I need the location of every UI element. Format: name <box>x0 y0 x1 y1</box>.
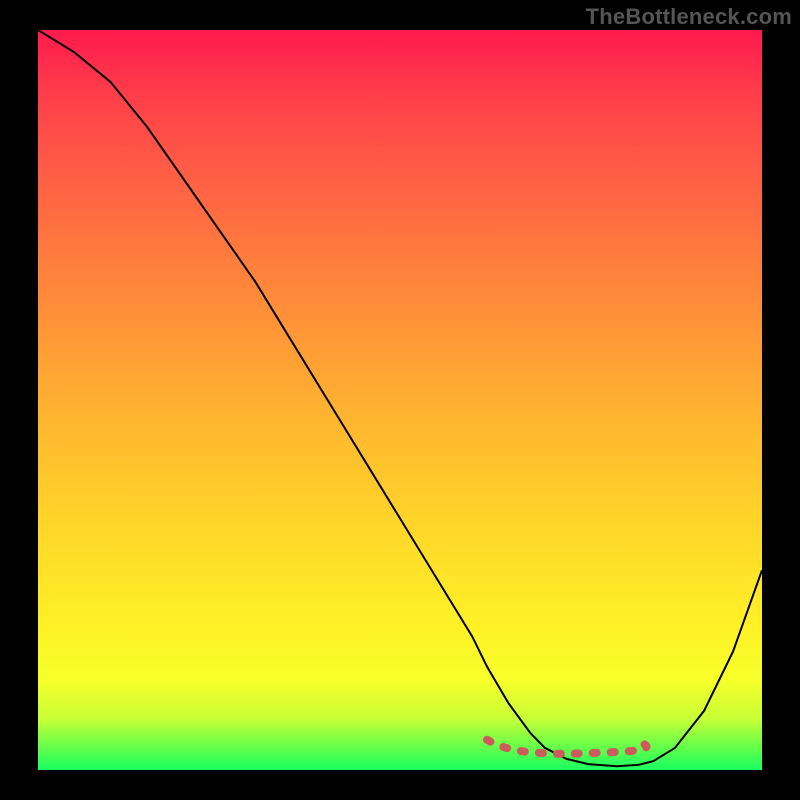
curve-overlay <box>38 30 762 770</box>
watermark-text: TheBottleneck.com <box>586 4 792 30</box>
bottleneck-curve <box>38 30 762 766</box>
chart-wrapper: TheBottleneck.com <box>0 0 800 800</box>
flat-minimum-marker <box>487 740 647 754</box>
plot-area <box>38 30 762 770</box>
